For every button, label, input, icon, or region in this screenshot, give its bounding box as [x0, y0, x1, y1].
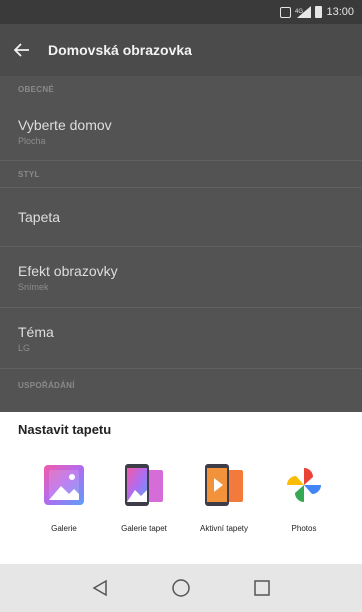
setting-value: LG — [18, 342, 31, 353]
back-arrow-icon[interactable] — [0, 24, 44, 76]
google-photos-icon — [287, 468, 321, 502]
recents-square-icon[interactable] — [242, 568, 282, 608]
wallpaper-gallery-icon — [125, 464, 163, 506]
page-title: Domovská obrazovka — [48, 42, 192, 58]
live-wallpaper-icon — [205, 464, 243, 506]
section-header-general: OBECNÉ — [18, 84, 55, 94]
wallpaper-app-list: Galerie Galerie tapet Aktivní tapety Pho… — [0, 460, 362, 556]
status-time: 13:00 — [326, 6, 354, 18]
status-bar: 4G 13:00 — [0, 0, 362, 24]
sheet-title: Nastavit tapetu — [18, 422, 112, 437]
app-label: Galerie — [51, 524, 77, 533]
setting-select-home[interactable]: Vyberte domov Plocha — [0, 102, 362, 160]
setting-wallpaper[interactable]: Tapeta — [0, 188, 362, 246]
setting-title: Vyberte domov — [18, 116, 112, 133]
setting-theme[interactable]: Téma LG — [0, 308, 362, 368]
app-toolbar: Domovská obrazovka — [0, 24, 362, 76]
signal-icon: 4G — [295, 6, 312, 18]
home-circle-icon[interactable] — [161, 568, 201, 608]
section-header-style: STYL — [18, 169, 40, 179]
app-wallpaper-gallery[interactable]: Galerie tapet — [103, 460, 185, 556]
app-gallery[interactable]: Galerie — [23, 460, 105, 556]
app-live-wallpaper[interactable]: Aktivní tapety — [183, 460, 265, 556]
navigation-bar — [0, 564, 362, 612]
setting-value: Plocha — [18, 135, 46, 146]
setting-screen-effect[interactable]: Efekt obrazovky Snímek — [0, 247, 362, 307]
gallery-icon — [44, 465, 84, 505]
settings-list: OBECNÉ Vyberte domov Plocha STYL Tapeta … — [0, 76, 362, 412]
app-label: Photos — [291, 524, 317, 533]
setting-title: Efekt obrazovky — [18, 262, 118, 279]
back-triangle-icon[interactable] — [80, 568, 120, 608]
app-label: Aktivní tapety — [199, 524, 249, 533]
set-wallpaper-sheet: Nastavit tapetu Galerie Galerie tapet Ak… — [0, 412, 362, 562]
app-label: Galerie tapet — [121, 524, 167, 533]
section-header-sort: USPOŘÁDÁNÍ — [18, 380, 75, 390]
setting-title: Téma — [18, 323, 54, 340]
setting-title: Tapeta — [18, 209, 61, 225]
setting-value: Snímek — [18, 281, 49, 292]
nfc-icon — [280, 6, 292, 18]
svg-text:4G: 4G — [295, 9, 303, 15]
app-photos[interactable]: Photos — [263, 460, 345, 556]
battery-icon — [315, 6, 323, 18]
